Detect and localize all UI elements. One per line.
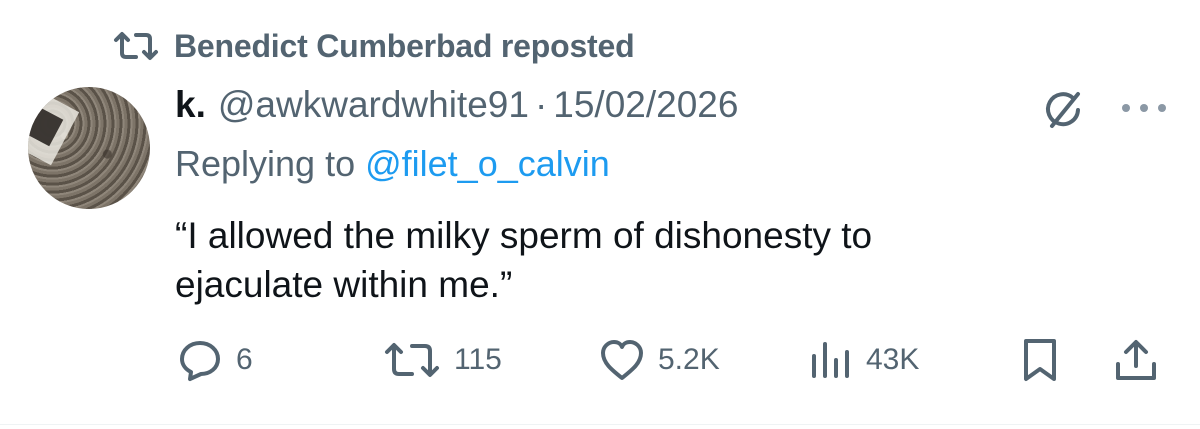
author-handle[interactable]: @awkwardwhite91 <box>218 84 529 126</box>
like-button[interactable]: 5.2K <box>598 330 720 390</box>
heart-icon <box>601 340 643 380</box>
separator-dot: · <box>534 84 548 125</box>
replying-to-mention[interactable]: @filet_o_calvin <box>365 143 610 184</box>
repost-label: Benedict Cumberbad reposted <box>174 27 635 64</box>
bookmark-icon <box>1024 339 1056 381</box>
share-button[interactable] <box>1112 330 1160 390</box>
reply-icon <box>180 341 220 381</box>
tweet-text-line: ejaculate within me.” <box>175 264 513 305</box>
repost-icon <box>114 32 158 60</box>
views-icon <box>812 342 849 378</box>
repost-count: 115 <box>454 343 502 376</box>
like-count: 5.2K <box>658 343 720 376</box>
repost-icon <box>385 343 439 377</box>
replying-prefix: Replying to <box>175 143 366 184</box>
repost-button[interactable]: 115 <box>382 330 502 390</box>
tweet-date[interactable]: 15/02/2026 <box>553 84 738 126</box>
bookmark-button[interactable] <box>1020 330 1060 390</box>
replying-to: Replying to @filet_o_calvin <box>175 143 610 185</box>
reply-count: 6 <box>236 343 253 376</box>
tweet-header: k. @awkwardwhite91 · 15/02/2026 <box>175 84 738 130</box>
views-count: 43K <box>866 343 920 376</box>
divider <box>0 424 1200 425</box>
tweet-text: “I allowed the milky sperm of dishonesty… <box>175 211 1075 309</box>
avatar[interactable] <box>28 87 150 209</box>
share-icon <box>1116 340 1156 380</box>
author-name[interactable]: k. <box>175 84 206 126</box>
tweet-text-line: “I allowed the milky sperm of dishonesty… <box>175 215 873 256</box>
views-button[interactable]: 43K <box>806 330 919 390</box>
repost-header[interactable]: Benedict Cumberbad reposted <box>112 26 635 66</box>
reply-button[interactable]: 6 <box>176 330 253 390</box>
grok-icon[interactable] <box>1040 86 1088 134</box>
action-bar: 6 115 5.2K 43K <box>0 330 1200 390</box>
more-options-icon[interactable] <box>1116 94 1172 122</box>
